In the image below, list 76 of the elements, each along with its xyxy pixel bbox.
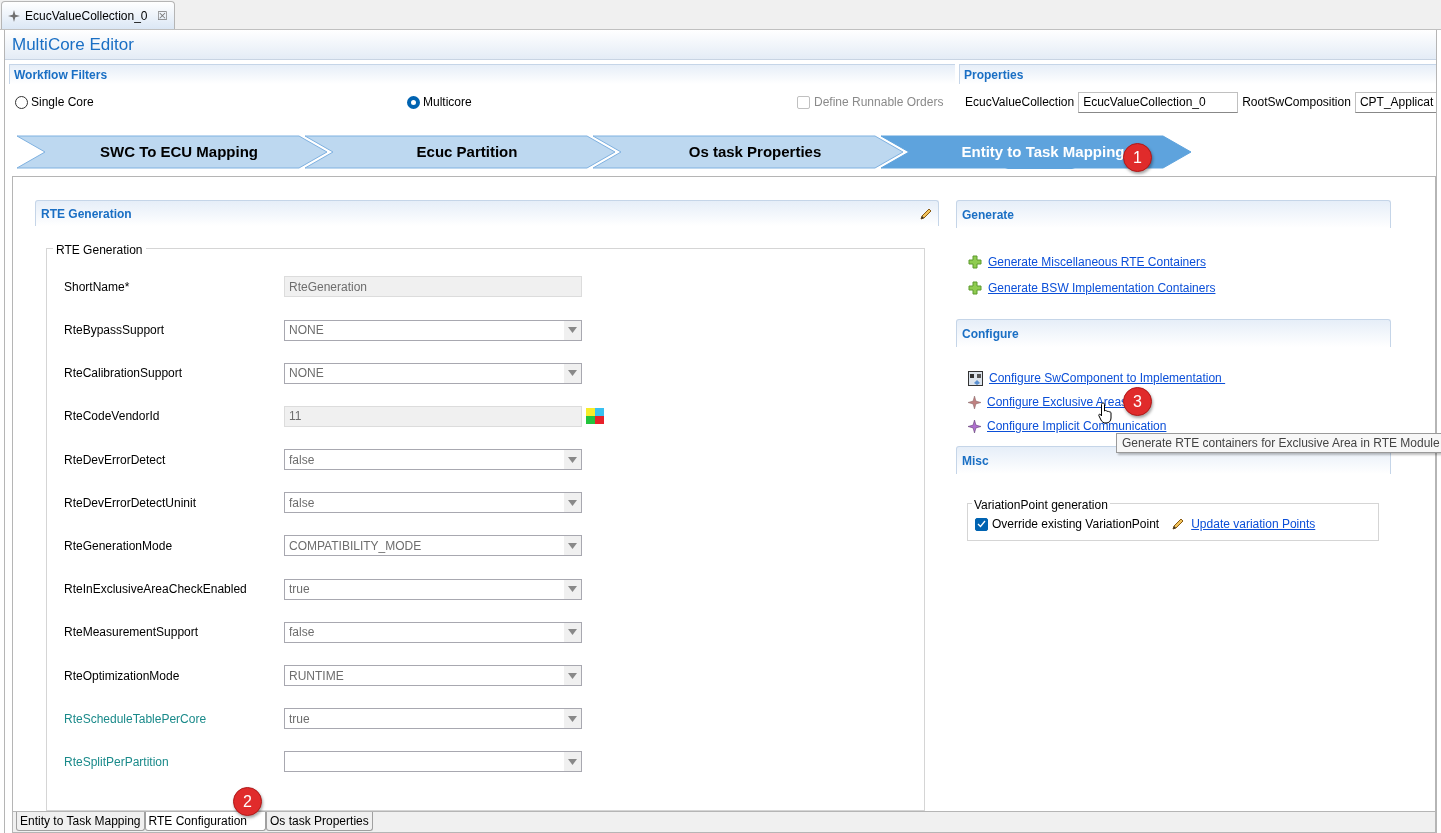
caret-icon: [568, 327, 577, 334]
tab[interactable]: RTE Configuration: [144, 812, 266, 831]
workflow-step[interactable]: Os task Properties: [592, 135, 904, 169]
text-field[interactable]: 11: [284, 405, 582, 427]
section-title: Misc: [962, 452, 989, 470]
field-label: RteDevErrorDetectUninit: [64, 494, 198, 512]
field-label: RteScheduleTablePerCore: [64, 710, 208, 728]
field-label: RteInExclusiveAreaCheckEnabled: [64, 581, 248, 599]
link[interactable]: Update variation Points: [1191, 515, 1316, 533]
editor-title: MultiCore Editor: [12, 33, 134, 56]
field-label: RteBypassSupport: [64, 322, 166, 340]
section-title: Configure: [962, 325, 1019, 343]
sparkle-icon: [968, 395, 981, 409]
text-field[interactable]: RteGeneration: [284, 276, 582, 298]
radio-option[interactable]: Single Core: [15, 93, 407, 111]
plus-icon: [968, 255, 982, 269]
field-label: RootSwComposition: [1242, 94, 1351, 111]
radio-button[interactable]: [15, 95, 28, 109]
caret-icon: [568, 758, 577, 765]
caret-icon: [568, 370, 577, 377]
section-title: Workflow Filters: [14, 66, 108, 84]
caret-icon: [568, 629, 577, 636]
caret-icon: [568, 456, 577, 463]
workflow-step[interactable]: Ecuc Partition: [304, 135, 616, 169]
radio-option[interactable]: Multicore: [407, 93, 797, 111]
caret-icon: [568, 586, 577, 593]
caret-icon: [568, 499, 577, 506]
callout-badge: 2: [233, 787, 262, 816]
pencil-icon: [919, 206, 933, 221]
tab-label: EcucValueCollection_0: [25, 7, 148, 25]
link[interactable]: Generate BSW Implementation Containers: [988, 279, 1216, 297]
checkbox-option[interactable]: Override existing VariationPoint: [975, 515, 1160, 533]
dropdown[interactable]: true: [284, 578, 582, 600]
editor-tab[interactable]: EcucValueCollection_0 ☒: [1, 1, 175, 29]
checkbox[interactable]: [975, 517, 988, 531]
component-icon: [968, 370, 983, 386]
dropdown[interactable]: RUNTIME: [284, 665, 582, 687]
section-title: Generate: [962, 206, 1015, 224]
field-label: RteOptimizationMode: [64, 667, 181, 685]
field-label: RteCodeVendorId: [64, 408, 161, 426]
link[interactable]: Configure Implicit Communication: [987, 417, 1167, 435]
sparkle-icon: [8, 9, 20, 22]
caret-icon: [568, 543, 577, 549]
tab[interactable]: Os task Properties: [266, 812, 373, 831]
caret-icon: [568, 715, 577, 722]
section-title: Properties: [964, 66, 1024, 84]
callout-badge: 3: [1123, 387, 1152, 416]
number-format-icon: [586, 408, 604, 425]
field-label: RteDevErrorDetect: [64, 451, 167, 469]
sparkle-icon: [968, 419, 981, 433]
tooltip: Generate RTE containers for Exclusive Area in RTE Module: [1116, 433, 1441, 453]
plus-icon: [968, 281, 982, 295]
dropdown[interactable]: false: [284, 492, 582, 514]
workflow-step[interactable]: SWC To ECU Mapping: [16, 135, 328, 169]
field-label: RteGenerationMode: [64, 538, 174, 555]
field-label: RteMeasurementSupport: [64, 624, 200, 642]
field-label: RteSplitPerPartition: [64, 753, 170, 771]
field-label: EcucValueCollection: [965, 94, 1075, 111]
field-label: ShortName*: [64, 278, 131, 296]
text-field[interactable]: EcucValueCollection_0: [1078, 91, 1239, 113]
close-icon[interactable]: ☒: [156, 6, 168, 25]
dropdown[interactable]: NONE: [284, 362, 582, 384]
tab[interactable]: Entity to Task Mapping: [16, 812, 145, 831]
dropdown[interactable]: false: [284, 449, 582, 471]
radio-button[interactable]: [407, 95, 420, 109]
section-title: RTE Generation: [41, 205, 132, 223]
dropdown[interactable]: false: [284, 621, 582, 643]
pencil-icon: [1171, 517, 1186, 531]
caret-icon: [568, 672, 577, 679]
dropdown[interactable]: NONE: [284, 319, 582, 341]
link[interactable]: Configure SwComponent to Implementation: [989, 369, 1226, 387]
text-field[interactable]: CPT_Applicat: [1354, 91, 1436, 113]
link[interactable]: Generate Miscellaneous RTE Containers: [988, 253, 1206, 271]
field-label: RteCalibrationSupport: [64, 365, 184, 383]
dropdown[interactable]: COMPATIBILITY_MODE: [284, 535, 582, 557]
dropdown[interactable]: true: [284, 708, 582, 730]
